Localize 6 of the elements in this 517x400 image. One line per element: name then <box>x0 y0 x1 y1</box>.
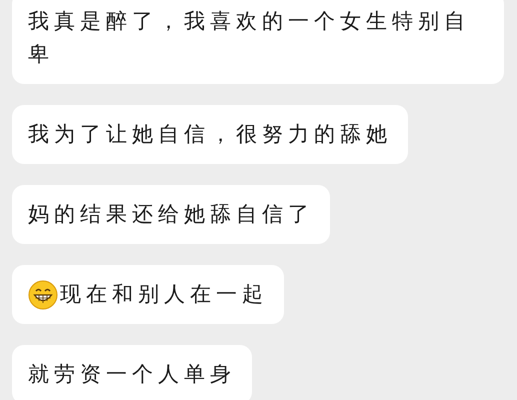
message-text: 我真是醉了，我喜欢的一个女生特别自卑 <box>28 8 471 68</box>
message-text: 就劳资一个人单身 <box>28 361 236 388</box>
message-text: 妈的结果还给她舔自信了 <box>28 201 314 228</box>
grinning-emoji-icon <box>28 280 58 310</box>
message-text: 现在和别人在一起 <box>60 281 268 308</box>
message-text: 我为了让她自信，很努力的舔她 <box>28 121 392 148</box>
